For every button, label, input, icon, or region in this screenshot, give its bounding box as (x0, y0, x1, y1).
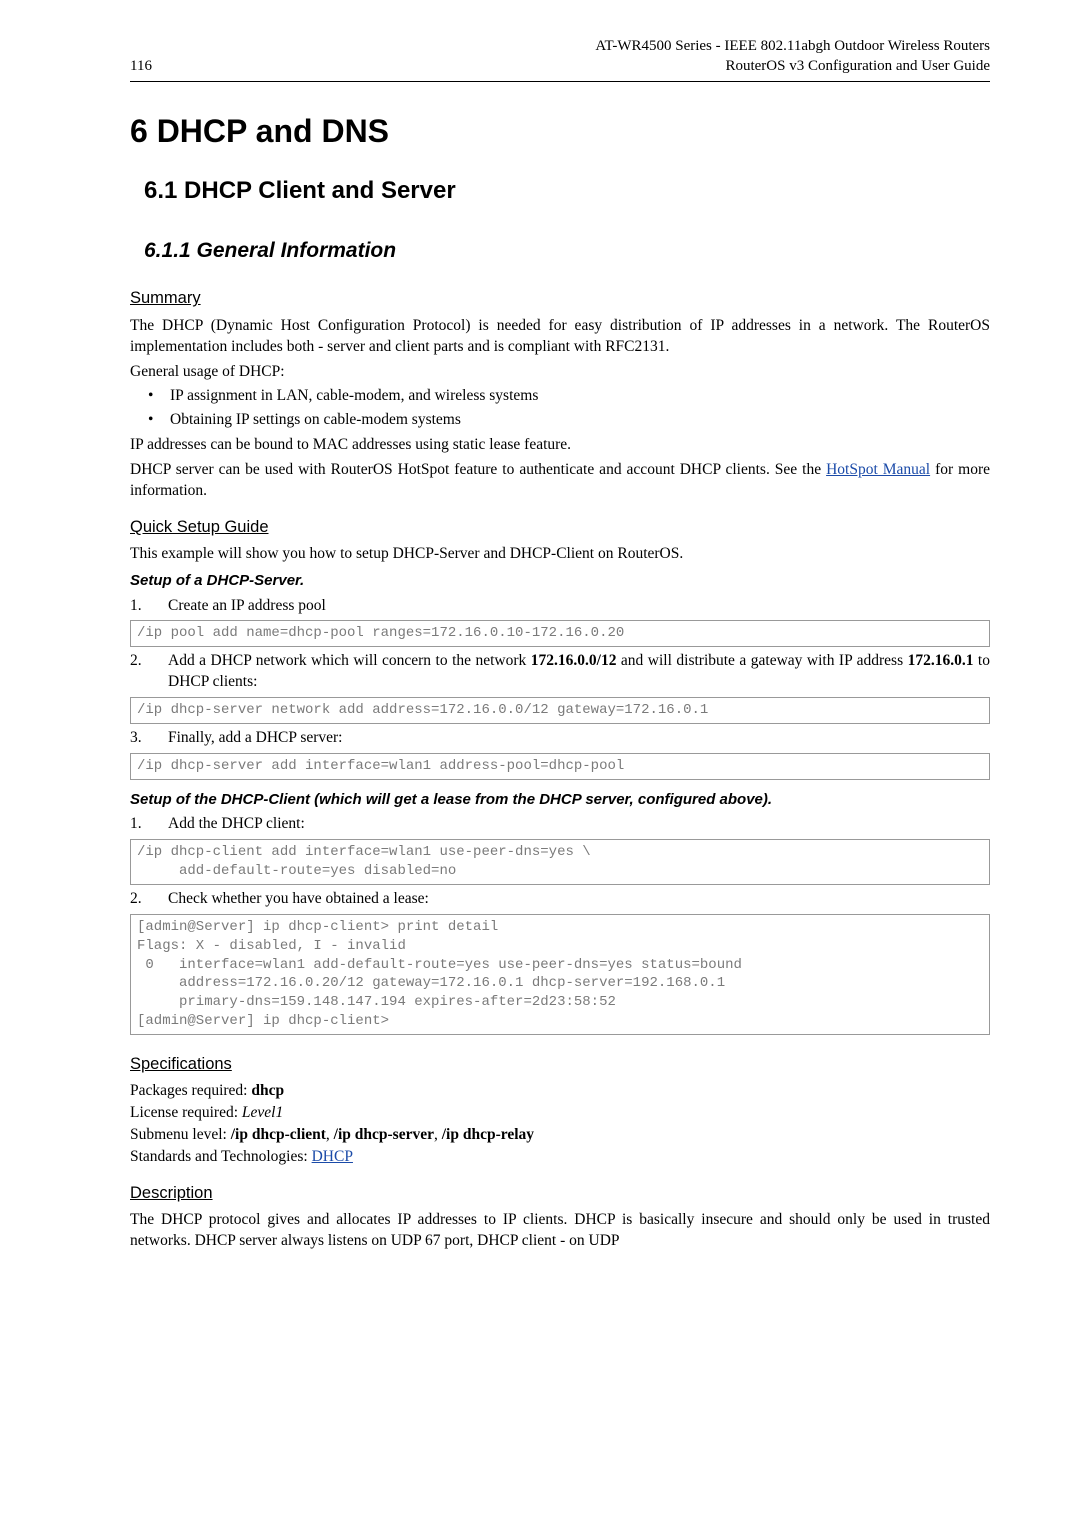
specs-standards: Standards and Technologies: DHCP (130, 1147, 990, 1168)
client-step-2: 2. Check whether you have obtained a leas… (130, 889, 990, 910)
server-setup-title: Setup of a DHCP-Server. (130, 571, 990, 591)
client-steps-cont: 2. Check whether you have obtained a leas… (130, 889, 990, 910)
specs-sep: , (326, 1126, 334, 1143)
client-step-1: 1. Add the DHCP client: (130, 814, 990, 835)
client-setup-title: Setup of the DHCP-Client (which will get… (130, 790, 990, 810)
hotspot-manual-link[interactable]: HotSpot Manual (826, 461, 930, 478)
subsection-heading-6-1-1: 6.1.1 General Information (144, 237, 990, 265)
server-steps-cont2: 3. Finally, add a DHCP server: (130, 728, 990, 749)
code-block-network: /ip dhcp-server network add address=172.… (130, 697, 990, 724)
summary-para2: IP addresses can be bound to MAC address… (130, 435, 990, 456)
step-num: 2. (130, 889, 142, 910)
client-steps: 1. Add the DHCP client: (130, 814, 990, 835)
step-num: 1. (130, 814, 142, 835)
specs-value: Level1 (242, 1104, 283, 1121)
step-text: Create an IP address pool (168, 597, 326, 614)
server-step-3: 3. Finally, add a DHCP server: (130, 728, 990, 749)
summary-usage-intro: General usage of DHCP: (130, 362, 990, 383)
doc-title-block: AT-WR4500 Series - IEEE 802.11abgh Outdo… (595, 36, 990, 77)
step-num: 3. (130, 728, 142, 749)
summary-para3: DHCP server can be used with RouterOS Ho… (130, 460, 990, 502)
summary-para1: The DHCP (Dynamic Host Configuration Pro… (130, 316, 990, 358)
summary-bullet-1: IP assignment in LAN, cable-modem, and w… (148, 386, 990, 407)
step-bold1: 172.16.0.0/12 (531, 652, 617, 669)
code-block-client-add: /ip dhcp-client add interface=wlan1 use-… (130, 839, 990, 885)
chapter-heading: 6 DHCP and DNS (130, 110, 990, 153)
specs-submenu: Submenu level: /ip dhcp-client, /ip dhcp… (130, 1125, 990, 1146)
specs-value: dhcp (251, 1082, 284, 1099)
dhcp-standard-link[interactable]: DHCP (312, 1148, 353, 1165)
step-bold2: 172.16.0.1 (908, 652, 974, 669)
step-num: 2. (130, 651, 142, 672)
step-mid: and will distribute a gateway with IP ad… (616, 652, 907, 669)
specs-label: Packages required: (130, 1082, 251, 1099)
page-number: 116 (130, 56, 152, 76)
step-num: 1. (130, 596, 142, 617)
doc-title-line2: RouterOS v3 Configuration and User Guide (595, 56, 990, 76)
specs-heading: Specifications (130, 1053, 990, 1075)
doc-title-line1: AT-WR4500 Series - IEEE 802.11abgh Outdo… (595, 36, 990, 56)
step-text: Add the DHCP client: (168, 815, 305, 832)
page-header: 116 AT-WR4500 Series - IEEE 802.11abgh O… (130, 36, 990, 82)
step-lead: Add a DHCP network which will concern to… (168, 652, 531, 669)
specs-license: License required: Level1 (130, 1103, 990, 1124)
quick-setup-intro: This example will show you how to setup … (130, 544, 990, 565)
code-block-server: /ip dhcp-server add interface=wlan1 addr… (130, 753, 990, 780)
server-step-2: 2. Add a DHCP network which will concern … (130, 651, 990, 693)
code-block-pool: /ip pool add name=dhcp-pool ranges=172.1… (130, 620, 990, 647)
specs-sep: , (434, 1126, 442, 1143)
step-text: Check whether you have obtained a lease: (168, 890, 429, 907)
specs-value: /ip dhcp-relay (442, 1126, 534, 1143)
quick-setup-heading: Quick Setup Guide (130, 516, 990, 538)
section-heading-6-1: 6.1 DHCP Client and Server (144, 175, 990, 207)
description-heading: Description (130, 1182, 990, 1204)
specs-label: Submenu level: (130, 1126, 231, 1143)
specs-packages: Packages required: dhcp (130, 1081, 990, 1102)
specs-label: License required: (130, 1104, 242, 1121)
specs-value: /ip dhcp-server (334, 1126, 434, 1143)
server-steps-cont: 2. Add a DHCP network which will concern … (130, 651, 990, 693)
code-block-client-print: [admin@Server] ip dhcp-client> print det… (130, 914, 990, 1035)
summary-para3-lead: DHCP server can be used with RouterOS Ho… (130, 461, 826, 478)
server-steps: 1. Create an IP address pool (130, 596, 990, 617)
summary-heading: Summary (130, 287, 990, 309)
summary-bullet-list: IP assignment in LAN, cable-modem, and w… (130, 386, 990, 431)
step-text: Finally, add a DHCP server: (168, 729, 343, 746)
specs-value: /ip dhcp-client (231, 1126, 326, 1143)
summary-bullet-2: Obtaining IP settings on cable-modem sys… (148, 410, 990, 431)
description-para: The DHCP protocol gives and allocates IP… (130, 1210, 990, 1252)
specs-label: Standards and Technologies: (130, 1148, 312, 1165)
specs-block: Packages required: dhcp License required… (130, 1081, 990, 1168)
server-step-1: 1. Create an IP address pool (130, 596, 990, 617)
